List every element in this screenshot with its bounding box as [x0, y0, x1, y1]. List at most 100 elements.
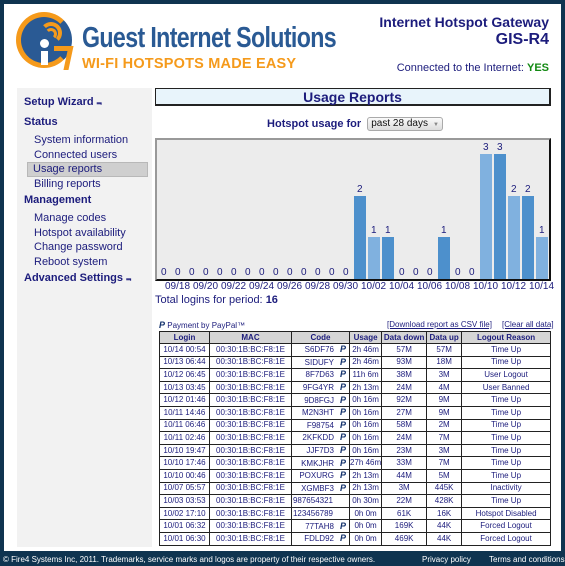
cell-logout-reason: Time Up: [461, 405, 551, 420]
table-row[interactable]: 10/10 19:47 00:30:1B:BC:F8:1E JJF7D3 P 0h 16…: [159, 443, 551, 458]
chart-bar: [200, 278, 213, 279]
chart-data-label: 2: [356, 183, 363, 195]
cell-code: 8F7D63 P: [291, 368, 350, 382]
total-logins-value: 16: [265, 294, 278, 306]
table-row[interactable]: 10/01 06:30 00:30:1B:BC:F8:1E FDLD92 P 0h 0m…: [159, 531, 551, 546]
chart-bar: [340, 278, 353, 279]
cell-login: 10/10 19:47: [159, 443, 210, 458]
table-toolbar: P Payment by PayPal™ [Download report as…: [155, 319, 555, 331]
cell-code: 9FG4YR P: [291, 380, 350, 395]
table-row[interactable]: 10/14 00:54 00:30:1B:BC:F8:1E S6DF76 P 2h 46…: [159, 343, 551, 357]
chart-x-tick-label: 10/02: [361, 281, 387, 292]
sidebar-heading-status[interactable]: Status: [17, 114, 152, 131]
chart-data-label: 0: [328, 267, 335, 278]
table-row[interactable]: 10/07 05:57 00:30:1B:BC:F8:1E XGMBF3 P 2h 13…: [159, 481, 551, 496]
cell-logout-reason: Time Up: [461, 343, 551, 357]
cell-logout-reason: User Logout: [461, 368, 551, 382]
cell-data-down: 92M: [381, 393, 428, 407]
chart-data-label: 0: [426, 267, 433, 278]
table-row[interactable]: 10/13 06:44 00:30:1B:BC:F8:1E SIDUFY P 2h 46…: [159, 355, 551, 370]
table-row[interactable]: 10/03 03:53 00:30:1B:BC:F8:1E 987654321 0h …: [159, 494, 551, 508]
chart-x-tick-label: 10/14: [529, 281, 555, 292]
privacy-policy-link[interactable]: Privacy policy: [422, 555, 471, 564]
cell-data-down: 169K: [381, 519, 428, 533]
table-row[interactable]: 10/01 06:32 00:30:1B:BC:F8:1E 77TAH8 P 0h 0m…: [159, 519, 551, 533]
cell-mac: 00:30:1B:BC:F8:1E: [209, 519, 292, 533]
sidebar: Setup Wizard ⫬ Status System information…: [17, 88, 152, 547]
cell-code: SIDUFY P: [291, 355, 350, 370]
table-row[interactable]: 10/13 03:45 00:30:1B:BC:F8:1E 9FG4YR P 2h 13…: [159, 380, 551, 395]
sidebar-item-system-information[interactable]: System information: [20, 133, 148, 148]
cell-logout-reason: Time Up: [461, 443, 551, 458]
clear-all-data-link[interactable]: [Clear all data]: [502, 320, 554, 329]
code-value: POXURG: [299, 471, 334, 481]
chart-bar: [466, 278, 479, 279]
cell-data-up: 44K: [426, 531, 463, 546]
table-row[interactable]: 10/10 17:46 00:30:1B:BC:F8:1E KMKJHR P 27h 4…: [159, 456, 551, 470]
chart-data-label: 0: [300, 267, 307, 278]
sidebar-item-reboot-system[interactable]: Reboot system: [20, 255, 148, 270]
brand-logo[interactable]: Guest Internet Solutions WI-FI HOTSPOTS …: [16, 12, 337, 76]
table-row[interactable]: 10/10 00:46 00:30:1B:BC:F8:1E POXURG P 2h 13…: [159, 468, 551, 483]
cell-login: 10/14 00:54: [159, 343, 210, 357]
paypal-icon: P: [339, 470, 346, 481]
chart-x-axis: 09/18 09/20 09/22 09/24 09/26 09/28 09/30 10/02…: [155, 281, 555, 293]
download-csv-link[interactable]: [Download report as CSV file]: [387, 320, 492, 329]
period-select[interactable]: past 28 days: [367, 117, 443, 132]
paypal-icon: P: [339, 457, 346, 468]
table-row[interactable]: 10/02 17:10 00:30:1B:BC:F8:1E 123456789 0h …: [159, 506, 551, 521]
cell-login: 10/12 01:46: [159, 393, 210, 407]
table-row[interactable]: 10/11 06:46 00:30:1B:BC:F8:1E F98754 P 0h 16…: [159, 418, 551, 433]
code-value: F98754: [306, 420, 334, 430]
sidebar-item-manage-codes[interactable]: Manage codes: [20, 211, 148, 226]
cell-code: 2KFKDD P: [291, 431, 350, 445]
cell-data-up: 7M: [426, 456, 463, 470]
cell-data-up: 445K: [426, 481, 463, 496]
chart-x-tick-label: 09/18: [165, 281, 191, 292]
sidebar-heading-management[interactable]: Management: [17, 192, 152, 209]
chart-data-label: 1: [370, 225, 377, 237]
cell-data-up: 9M: [426, 405, 463, 420]
sidebar-item-change-password[interactable]: Change password: [20, 240, 148, 255]
cell-usage: 0h 16m: [348, 393, 383, 407]
sidebar-setup-wizard[interactable]: Setup Wizard ⫬: [17, 94, 152, 111]
cell-usage: 2h 13m: [348, 481, 383, 496]
cell-mac: 00:30:1B:BC:F8:1E: [209, 531, 292, 546]
chart-data-label: 0: [286, 267, 293, 278]
paypal-icon: P: [339, 520, 346, 531]
code-value: 77TAH8: [305, 521, 334, 531]
copyright: © Fire4 Systems Inc, 2011. Trademarks, s…: [3, 555, 376, 564]
terms-link[interactable]: Terms and conditions: [489, 555, 565, 564]
cell-data-up: 44K: [426, 519, 463, 533]
table-row[interactable]: 10/12 01:46 00:30:1B:BC:F8:1E 9D8FGJ P 0h 16…: [159, 393, 551, 407]
sidebar-item-billing-reports[interactable]: Billing reports: [20, 177, 148, 192]
cell-code: 123456789: [291, 506, 350, 521]
chart-data-label: 0: [244, 267, 251, 278]
chart-bar: [242, 278, 255, 279]
table-row[interactable]: 10/12 06:45 00:30:1B:BC:F8:1E 8F7D63 P 11h 6…: [159, 368, 551, 382]
cell-logout-reason: Forced Logout: [461, 519, 551, 533]
sidebar-item-usage-reports[interactable]: Usage reports: [27, 162, 148, 177]
chart-bar: [298, 278, 311, 279]
cell-login: 10/13 06:44: [159, 355, 210, 370]
footer: © Fire4 Systems Inc, 2011. Trademarks, s…: [0, 553, 565, 566]
paypal-icon: P: [339, 533, 346, 544]
code-value: KMKJHR: [301, 458, 334, 468]
connection-value: YES: [526, 62, 549, 74]
sidebar-item-hotspot-availability[interactable]: Hotspot availability: [20, 226, 148, 241]
cell-usage: 11h 6m: [348, 368, 383, 382]
cell-data-up: 5M: [426, 468, 463, 483]
cell-usage: 0h 16m: [348, 443, 383, 458]
table-row[interactable]: 10/11 02:46 00:30:1B:BC:F8:1E 2KFKDD P 0h 16…: [159, 431, 551, 445]
cell-logout-reason: Forced Logout: [461, 531, 551, 546]
chart-data-label: 0: [272, 267, 279, 278]
code-value: 2KFKDD: [302, 433, 334, 443]
sidebar-item-connected-users[interactable]: Connected users: [20, 148, 148, 163]
sidebar-advanced-settings[interactable]: Advanced Settings ⫬: [17, 270, 152, 287]
chart-bar: [424, 278, 437, 279]
cell-logout-reason: Time Up: [461, 468, 551, 483]
table-row[interactable]: 10/11 14:46 00:30:1B:BC:F8:1E M2N3HT P 0h 16…: [159, 405, 551, 420]
product-title: Internet Hotspot Gateway: [379, 14, 549, 30]
chart-data-label: 3: [482, 142, 489, 153]
cell-logout-reason: Hotspot Disabled: [461, 506, 551, 521]
